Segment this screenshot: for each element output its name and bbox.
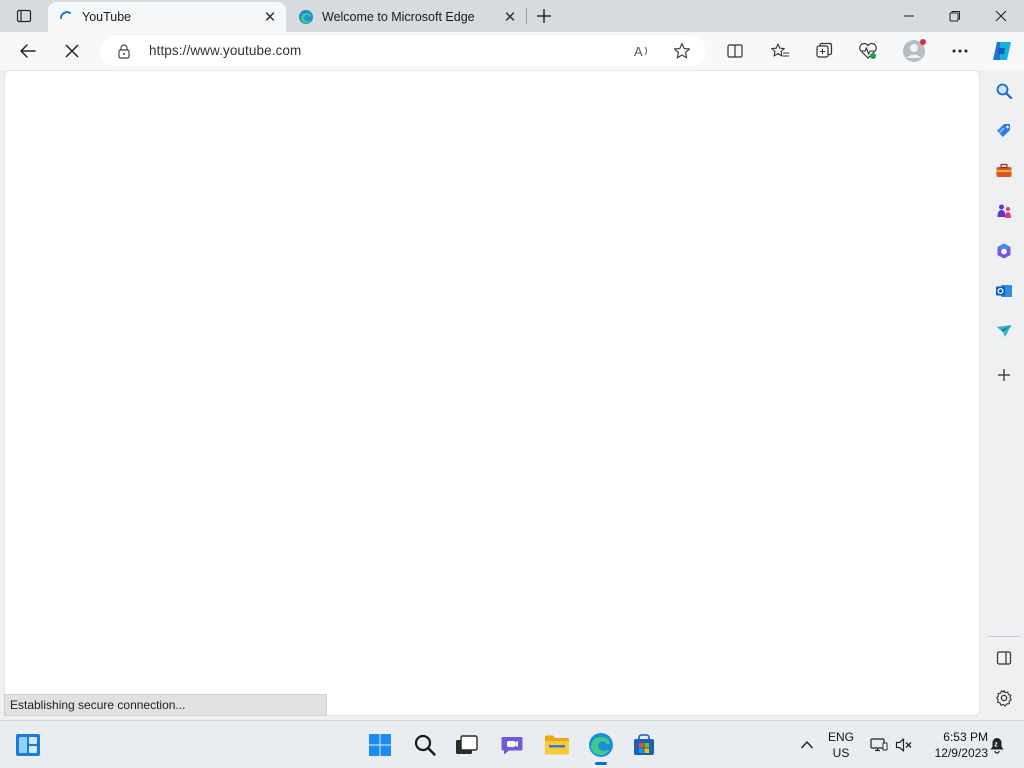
back-arrow-icon[interactable] — [14, 37, 42, 65]
sidebar-divider — [988, 636, 1020, 637]
stop-loading-icon[interactable] — [58, 37, 86, 65]
close-tab-icon[interactable]: ✕ — [500, 7, 520, 27]
games-icon[interactable] — [990, 197, 1018, 225]
more-options-icon[interactable] — [946, 37, 974, 65]
loading-spinner-icon — [58, 9, 74, 25]
page-content-area[interactable] — [4, 70, 980, 716]
chevron-up-icon[interactable] — [797, 735, 817, 755]
tools-briefcase-icon[interactable] — [990, 157, 1018, 185]
active-app-indicator — [595, 762, 607, 765]
windows-taskbar: ENG US 6:53 PM 12/9/2023 z — [0, 720, 1024, 768]
tab-divider — [526, 8, 527, 24]
status-bar: Establishing secure connection... — [4, 694, 327, 716]
teams-chat-icon[interactable] — [496, 729, 528, 761]
browser-essentials-icon[interactable] — [854, 37, 882, 65]
clock-date: 12/9/2023 — [934, 746, 988, 760]
close-window-icon[interactable] — [978, 0, 1024, 32]
widgets-icon[interactable] — [12, 729, 44, 761]
system-clock[interactable]: 6:53 PM 12/9/2023 — [922, 729, 988, 761]
restore-icon[interactable] — [932, 0, 978, 32]
tab-welcome-edge[interactable]: Welcome to Microsoft Edge ✕ — [288, 2, 526, 32]
collections-icon[interactable] — [810, 37, 838, 65]
tab-actions-icon[interactable] — [8, 4, 40, 28]
edge-taskbar-icon[interactable] — [585, 729, 617, 761]
clock-time: 6:53 PM — [943, 730, 988, 744]
close-tab-icon[interactable]: ✕ — [260, 7, 280, 27]
minimize-icon[interactable] — [886, 0, 932, 32]
send-drop-icon[interactable] — [990, 317, 1018, 345]
edge-logo-icon — [298, 9, 314, 25]
read-aloud-icon[interactable]: A — [630, 39, 654, 63]
tab-strip: YouTube ✕ Welcome to Microsoft Edge ✕ — [0, 0, 1024, 32]
language-indicator[interactable]: ENG US — [824, 729, 858, 761]
search-icon[interactable] — [990, 77, 1018, 105]
url-text[interactable]: https://www.youtube.com — [149, 43, 301, 58]
microsoft-store-icon[interactable] — [628, 729, 660, 761]
add-sidebar-app-icon[interactable] — [990, 361, 1018, 389]
sidebar-settings-gear-icon[interactable] — [990, 684, 1018, 712]
favorites-icon[interactable] — [766, 37, 794, 65]
start-windows-icon[interactable] — [364, 729, 396, 761]
language-code: ENG — [827, 730, 854, 744]
new-tab-icon[interactable] — [532, 4, 556, 28]
keyboard-layout: US — [832, 746, 850, 760]
split-screen-icon[interactable] — [721, 37, 749, 65]
volume-muted-icon[interactable] — [894, 735, 914, 755]
tab-title: YouTube — [82, 10, 132, 24]
network-icon[interactable] — [869, 735, 889, 755]
file-explorer-icon[interactable] — [541, 729, 573, 761]
notification-bell-icon[interactable]: z — [987, 735, 1007, 755]
hide-sidebar-icon[interactable] — [990, 644, 1018, 672]
shopping-tag-icon[interactable] — [990, 117, 1018, 145]
favorite-star-icon[interactable] — [670, 39, 694, 63]
browser-toolbar: https://www.youtube.com A — [0, 32, 1024, 70]
search-icon[interactable] — [409, 729, 441, 761]
address-bar[interactable]: https://www.youtube.com A — [100, 36, 706, 66]
lock-icon[interactable] — [116, 43, 132, 59]
copilot-icon[interactable] — [988, 37, 1016, 65]
profile-avatar-icon[interactable] — [900, 37, 928, 65]
edge-sidebar — [984, 70, 1024, 720]
svg-text:A: A — [634, 44, 643, 59]
svg-text:z: z — [994, 742, 998, 749]
outlook-icon[interactable] — [990, 277, 1018, 305]
microsoft-365-icon[interactable] — [990, 237, 1018, 265]
tab-title: Welcome to Microsoft Edge — [322, 10, 475, 24]
task-view-icon[interactable] — [451, 729, 483, 761]
tab-youtube[interactable]: YouTube ✕ — [48, 2, 286, 32]
